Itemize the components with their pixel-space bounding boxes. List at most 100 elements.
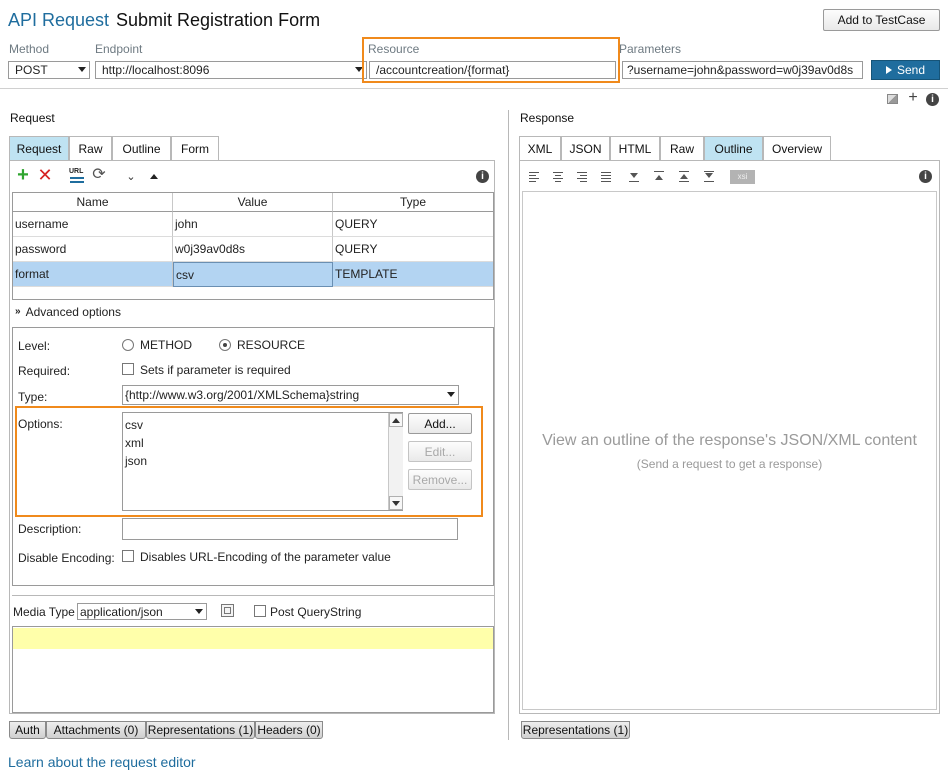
edit-option-button[interactable]: Edit... [408, 441, 472, 462]
table-cell-type[interactable]: QUERY [333, 237, 493, 262]
media-type-select[interactable]: application/json [77, 603, 207, 620]
response-tabs: XML JSON HTML Raw Outline Overview [519, 136, 940, 161]
parameters-value: ?username=john&password=w0j39av0d8s [627, 63, 854, 77]
disable-encoding-text: Disables URL-Encoding of the parameter v… [140, 550, 391, 564]
list-item[interactable]: csv [125, 416, 147, 434]
table-cell-name[interactable]: format [13, 262, 173, 287]
level-method-label: METHOD [140, 338, 192, 352]
remove-option-button[interactable]: Remove... [408, 469, 472, 490]
advanced-options-label: Advanced options [25, 305, 121, 319]
info-icon[interactable]: i [926, 93, 939, 106]
tab-html[interactable]: HTML [610, 136, 660, 160]
tab-auth[interactable]: Auth [9, 721, 46, 739]
parameters-label: Parameters [619, 42, 682, 56]
align-right-icon[interactable] [576, 170, 588, 182]
post-querystring-checkbox[interactable] [254, 605, 266, 617]
disable-encoding-label: Disable Encoding: [18, 551, 115, 565]
empty-state-hint: (Send a request to get a response) [636, 457, 823, 471]
xsi-toggle-button[interactable]: xsi [730, 170, 755, 184]
advanced-options-toggle[interactable]: » Advanced options [15, 305, 121, 319]
tab-form[interactable]: Form [171, 136, 219, 160]
level-resource-radio[interactable] [219, 339, 231, 351]
tab-outline[interactable]: Outline [112, 136, 171, 160]
options-list[interactable]: csv xml json [122, 412, 403, 511]
add-icon[interactable]: + [906, 90, 920, 106]
add-parameter-icon[interactable]: + [15, 165, 31, 185]
table-cell-type[interactable]: TEMPLATE [333, 262, 493, 287]
tab-xml[interactable]: XML [519, 136, 561, 160]
expand-all-icon[interactable] [678, 170, 690, 182]
parameters-input[interactable]: ?username=john&password=w0j39av0d8s [622, 61, 863, 79]
table-cell-value[interactable]: john [173, 212, 333, 237]
tab-representations[interactable]: Representations (1) [146, 721, 255, 739]
description-input[interactable] [122, 518, 458, 540]
table-cell-value[interactable]: csv [173, 262, 333, 287]
column-header-type[interactable]: Type [333, 193, 493, 212]
endpoint-select[interactable]: http://localhost:8096 [95, 61, 367, 79]
media-type-label: Media Type [13, 605, 75, 619]
align-center-icon[interactable] [552, 170, 564, 182]
list-item[interactable]: xml [125, 434, 147, 452]
layout-icon[interactable] [887, 93, 899, 105]
post-querystring-label: Post QueryString [270, 605, 362, 619]
table-cell-name[interactable]: username [13, 212, 173, 237]
add-to-testcase-button[interactable]: Add to TestCase [823, 9, 940, 31]
justify-icon[interactable] [600, 170, 612, 182]
panel-splitter[interactable] [508, 110, 509, 740]
url-parameters-icon[interactable]: URL [69, 168, 85, 184]
scroll-down-icon [392, 500, 400, 506]
collapse-up-icon[interactable] [653, 170, 665, 182]
learn-more-link[interactable]: Learn about the request editor [8, 754, 196, 770]
refresh-icon[interactable]: ⟳ [91, 167, 107, 183]
table-cell-type[interactable]: QUERY [333, 212, 493, 237]
tab-outline[interactable]: Outline [704, 136, 763, 160]
column-header-value[interactable]: Value [173, 193, 333, 212]
response-outline-area[interactable] [522, 191, 937, 710]
required-text: Sets if parameter is required [140, 363, 291, 377]
disable-encoding-checkbox[interactable] [122, 550, 134, 562]
double-chevron-down-icon: » [15, 306, 21, 317]
api-request-label: API Request [8, 10, 110, 30]
info-icon[interactable]: i [919, 170, 932, 183]
tab-raw[interactable]: Raw [69, 136, 112, 160]
list-item[interactable]: json [125, 452, 147, 470]
add-option-button[interactable]: Add... [408, 413, 472, 434]
description-label: Description: [18, 522, 82, 536]
chevron-down-icon [195, 609, 203, 614]
info-icon[interactable]: i [476, 170, 489, 183]
align-left-icon[interactable] [528, 170, 540, 182]
tab-representations[interactable]: Representations (1) [521, 721, 630, 739]
resource-input[interactable]: /accountcreation/{format} [369, 61, 616, 79]
options-scrollbar[interactable] [388, 413, 403, 510]
type-select[interactable]: {http://www.w3.org/2001/XMLSchema}string [122, 385, 459, 405]
level-method-radio[interactable] [122, 339, 134, 351]
tab-overview[interactable]: Overview [763, 136, 831, 160]
request-body-editor[interactable] [12, 626, 494, 713]
endpoint-label: Endpoint [95, 42, 143, 56]
empty-state-message: View an outline of the response's JSON/X… [542, 432, 917, 449]
media-type-editor-icon[interactable] [221, 604, 234, 617]
scroll-down-button[interactable] [389, 496, 403, 510]
expand-down-icon[interactable] [628, 170, 640, 182]
level-label: Level: [18, 339, 51, 353]
column-header-name[interactable]: Name [13, 193, 173, 212]
tab-headers[interactable]: Headers (0) [255, 721, 323, 739]
table-cell-value[interactable]: w0j39av0d8s [173, 237, 333, 262]
tab-json[interactable]: JSON [561, 136, 610, 160]
media-divider [12, 595, 494, 596]
tab-raw[interactable]: Raw [660, 136, 704, 160]
method-select[interactable]: POST [8, 61, 90, 79]
current-line [13, 628, 493, 649]
table-cell-name[interactable]: password [13, 237, 173, 262]
move-up-icon[interactable] [150, 174, 158, 179]
level-resource-label: RESOURCE [237, 338, 306, 352]
scroll-up-button[interactable] [389, 413, 403, 427]
collapse-all-icon[interactable] [703, 170, 715, 182]
move-down-icon[interactable]: ⌄ [124, 170, 138, 184]
tab-attachments[interactable]: Attachments (0) [46, 721, 146, 739]
required-checkbox[interactable] [122, 363, 134, 375]
send-button[interactable]: Send [871, 60, 940, 80]
delete-parameter-icon[interactable]: ✕ [37, 166, 53, 184]
tab-request[interactable]: Request [9, 136, 69, 160]
options-label: Options: [18, 417, 63, 431]
